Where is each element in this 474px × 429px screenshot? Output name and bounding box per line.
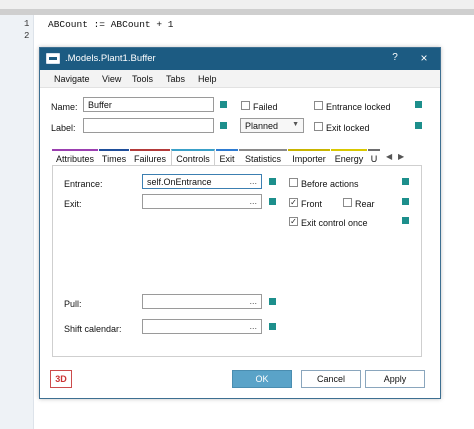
line-number-1: 1 <box>24 19 30 29</box>
label-label: Label: <box>51 123 76 133</box>
menu-tabs[interactable]: Tabs <box>166 74 185 84</box>
ok-button[interactable]: OK <box>232 370 292 388</box>
exit-label: Exit: <box>64 199 82 209</box>
tab-failures[interactable]: Failures <box>130 149 170 165</box>
entrance-locked-label: Entrance locked <box>326 102 391 112</box>
editor-gutter <box>0 15 34 429</box>
tab-scroll-right-icon[interactable]: ▶ <box>398 152 404 161</box>
controls-panel: Entrance: self.OnEntrance ... Exit: ... … <box>52 165 422 357</box>
tab-scroll-left-icon[interactable]: ◀ <box>386 152 392 161</box>
tab-importer[interactable]: Importer <box>288 149 330 165</box>
tab-controls[interactable]: Controls <box>171 149 215 166</box>
front-checkbox[interactable]: ✓ <box>289 198 298 207</box>
menu-bar: Navigate View Tools Tabs Help <box>40 70 440 88</box>
pull-label: Pull: <box>64 299 82 309</box>
menu-view[interactable]: View <box>102 74 121 84</box>
shift-calendar-inherit-icon[interactable] <box>269 323 276 330</box>
label-inherit-icon[interactable] <box>220 122 227 129</box>
3d-button[interactable]: 3D <box>50 370 72 388</box>
entrance-label: Entrance: <box>64 179 103 189</box>
shift-calendar-label: Shift calendar: <box>64 324 122 334</box>
label-field[interactable] <box>83 118 214 133</box>
editor-scroll-strip <box>0 9 474 15</box>
entrance-value: self.OnEntrance <box>147 177 212 187</box>
tab-exit[interactable]: Exit <box>216 149 238 165</box>
pull-field[interactable]: ... <box>142 294 262 309</box>
tab-energy[interactable]: Energy <box>331 149 367 165</box>
code-line-1[interactable]: ABCount := ABCount + 1 <box>48 19 173 30</box>
failed-checkbox[interactable] <box>241 101 250 110</box>
cancel-button[interactable]: Cancel <box>301 370 361 388</box>
tab-attributes[interactable]: Attributes <box>52 149 98 165</box>
dialog-title: .Models.Plant1.Buffer <box>65 53 156 64</box>
tab-u[interactable]: U <box>368 149 380 165</box>
shift-calendar-browse-button[interactable]: ... <box>249 321 257 331</box>
entrance-locked-checkbox[interactable] <box>314 101 323 110</box>
exit-inherit-icon[interactable] <box>269 198 276 205</box>
name-field[interactable]: Buffer <box>83 97 214 112</box>
tab-bar: Attributes Times Failures Controls Exit … <box>52 149 430 166</box>
entrance-inherit-icon[interactable] <box>269 178 276 185</box>
rear-checkbox[interactable] <box>343 198 352 207</box>
entrance-field[interactable]: self.OnEntrance ... <box>142 174 262 189</box>
before-actions-inherit-icon[interactable] <box>402 178 409 185</box>
exit-locked-inherit-icon[interactable] <box>415 122 422 129</box>
name-label: Name: <box>51 102 78 112</box>
entrance-browse-button[interactable]: ... <box>249 176 257 186</box>
apply-button[interactable]: Apply <box>365 370 425 388</box>
buffer-object-icon <box>46 53 60 64</box>
front-rear-inherit-icon[interactable] <box>402 198 409 205</box>
tab-times[interactable]: Times <box>99 149 129 165</box>
name-inherit-icon[interactable] <box>220 101 227 108</box>
entrance-locked-inherit-icon[interactable] <box>415 101 422 108</box>
pull-inherit-icon[interactable] <box>269 298 276 305</box>
menu-help[interactable]: Help <box>198 74 217 84</box>
planned-select-value: Planned <box>245 121 279 131</box>
exit-locked-checkbox[interactable] <box>314 122 323 131</box>
pull-browse-button[interactable]: ... <box>249 296 257 306</box>
exit-locked-label: Exit locked <box>326 123 370 133</box>
failed-label: Failed <box>253 102 278 112</box>
chevron-down-icon: ▼ <box>292 121 299 128</box>
exit-field[interactable]: ... <box>142 194 262 209</box>
line-number-2: 2 <box>24 31 30 41</box>
shift-calendar-field[interactable]: ... <box>142 319 262 334</box>
dialog-titlebar[interactable]: .Models.Plant1.Buffer ? × <box>40 48 440 70</box>
help-button[interactable]: ? <box>388 52 402 66</box>
close-button[interactable]: × <box>416 51 432 67</box>
menu-tools[interactable]: Tools <box>132 74 153 84</box>
before-actions-checkbox[interactable] <box>289 178 298 187</box>
tab-statistics[interactable]: Statistics <box>239 149 287 165</box>
front-label: Front <box>301 199 323 209</box>
exit-browse-button[interactable]: ... <box>249 196 257 206</box>
menu-navigate[interactable]: Navigate <box>54 74 90 84</box>
before-actions-label: Before actions <box>301 179 359 189</box>
rear-label: Rear <box>355 199 375 209</box>
planned-select[interactable]: Planned ▼ <box>240 118 304 133</box>
buffer-dialog: .Models.Plant1.Buffer ? × Navigate View … <box>39 47 441 399</box>
exit-control-once-inherit-icon[interactable] <box>402 217 409 224</box>
exit-control-once-label: Exit control once <box>301 218 368 228</box>
exit-control-once-checkbox[interactable]: ✓ <box>289 217 298 226</box>
